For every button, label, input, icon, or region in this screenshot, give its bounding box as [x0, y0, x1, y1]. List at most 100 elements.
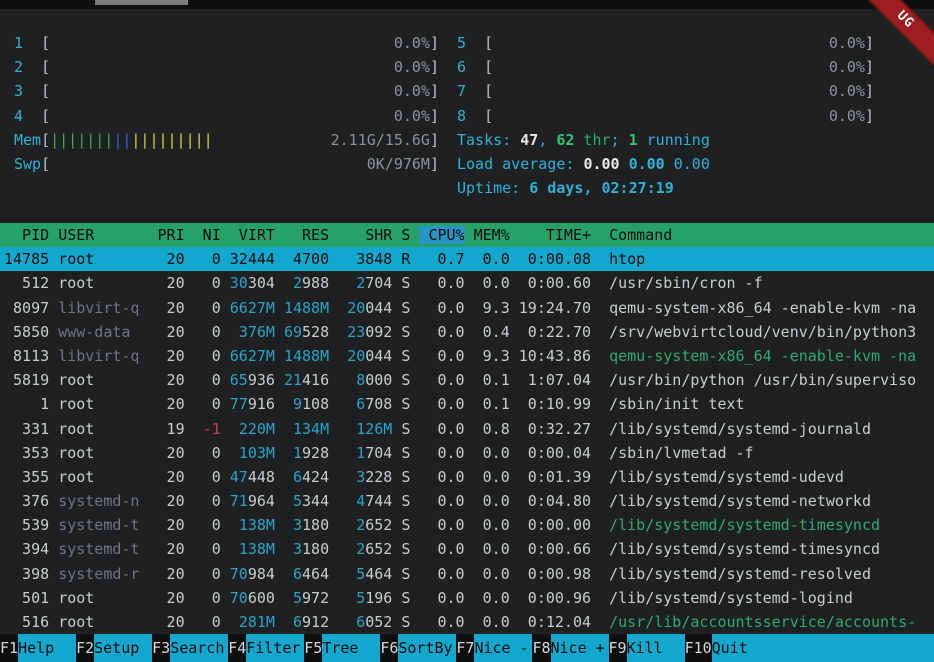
process-row-512[interactable]: 512 root 20 0 30304 2988 2704 S 0.0 0.0 … — [0, 271, 934, 295]
meter-open-bracket: [ — [41, 79, 50, 103]
cpu-meter-5: 5 [0.0%] — [457, 31, 874, 55]
fkey-button-kill[interactable]: Kill — [627, 634, 685, 662]
fkey-button-nice-[interactable]: Nice + — [551, 634, 609, 662]
meter-label: 5 — [457, 31, 484, 55]
meter-open-bracket: [ — [484, 31, 493, 55]
meter-open-bracket: [ — [41, 104, 50, 128]
fkey-button-sortby[interactable]: SortBy — [398, 634, 456, 662]
process-row-8097[interactable]: 8097 libvirt-q 20 0 6627M 1488M 20044 S … — [0, 296, 934, 320]
meter-open-bracket: [ — [41, 31, 50, 55]
meter-close-bracket: ] — [865, 104, 874, 128]
mem-cache-pipes: ||||||||| — [131, 131, 212, 149]
meter-close-bracket: ] — [430, 104, 439, 128]
process-table: PID USER PRI NI VIRT RES SHR S CPU% MEM%… — [0, 223, 934, 634]
col-ni[interactable]: NI — [185, 226, 221, 244]
meter-close-bracket: ] — [430, 128, 439, 152]
meter-fill — [50, 79, 394, 103]
meter-value: 0.0% — [394, 79, 430, 103]
col-user[interactable]: USER — [58, 226, 139, 244]
process-row-539[interactable]: 539 systemd-t 20 0 138M 3180 2652 S 0.0 … — [0, 513, 934, 537]
meter-label: 6 — [457, 55, 484, 79]
meter-close-bracket: ] — [430, 31, 439, 55]
col-command[interactable]: Command — [609, 226, 672, 244]
fkey-label-F7: F7 — [456, 634, 474, 662]
fkey-button-quit[interactable]: Quit — [712, 634, 934, 662]
fkey-button-tree[interactable]: Tree — [322, 634, 380, 662]
process-row-501[interactable]: 501 root 20 0 70600 5972 5196 S 0.0 0.0 … — [0, 586, 934, 610]
col-time[interactable]: TIME+ — [510, 226, 591, 244]
process-row-376[interactable]: 376 systemd-n 20 0 71964 5344 4744 S 0.0… — [0, 489, 934, 513]
meter-close-bracket: ] — [865, 55, 874, 79]
meter-fill — [493, 55, 829, 79]
meter-fill — [493, 104, 829, 128]
meter-label: Swp — [14, 152, 41, 176]
process-row-398[interactable]: 398 systemd-r 20 0 70984 6464 5464 S 0.0… — [0, 562, 934, 586]
col-cpu-sort[interactable]: CPU% — [419, 226, 464, 244]
process-row-5850[interactable]: 5850 www-data 20 0 376M 69528 23092 S 0.… — [0, 320, 934, 344]
fkey-button-nice-[interactable]: Nice - — [474, 634, 532, 662]
meter-close-bracket: ] — [865, 31, 874, 55]
tab-strip-thumb — [95, 0, 188, 5]
meter-label: 8 — [457, 104, 484, 128]
meter-fill — [50, 55, 394, 79]
col-mem[interactable]: MEM% — [465, 226, 510, 244]
process-row-14785[interactable]: 14785 root 20 0 32444 4700 3848 R 0.7 0.… — [0, 247, 934, 271]
meter-open-bracket: [ — [41, 152, 50, 176]
meter-fill — [493, 31, 829, 55]
meter-value: 0.0% — [829, 55, 865, 79]
process-row-353[interactable]: 353 root 20 0 103M 1928 1704 S 0.0 0.0 0… — [0, 441, 934, 465]
uptime: Uptime: 6 days, 02:27:19 — [457, 176, 874, 200]
fkey-button-filter[interactable]: Filter — [246, 634, 304, 662]
meter-value: 0.0% — [394, 31, 430, 55]
process-row-355[interactable]: 355 root 20 0 47448 6424 3228 S 0.0 0.0 … — [0, 465, 934, 489]
col-pri[interactable]: PRI — [139, 226, 184, 244]
process-row-516[interactable]: 516 root 20 0 281M 6912 6052 S 0.0 0.0 0… — [0, 610, 934, 634]
fkey-label-F4: F4 — [228, 634, 246, 662]
fkey-button-search[interactable]: Search — [170, 634, 228, 662]
meter-label: 7 — [457, 79, 484, 103]
meter-open-bracket: [ — [41, 55, 50, 79]
fkey-button-help[interactable]: Help — [18, 634, 76, 662]
process-row-331[interactable]: 331 root 19 -1 220M 134M 126M S 0.0 0.8 … — [0, 417, 934, 441]
meter-fill: |||||||||||||||||| — [50, 128, 331, 152]
fkey-label-F1: F1 — [0, 634, 18, 662]
cpu-meter-2: 2 [0.0%] — [14, 55, 439, 79]
fkey-label-F3: F3 — [152, 634, 170, 662]
htop-terminal: 1 [0.0%]2 [0.0%]3 [0.0%]4 [0.0%]Mem[||||… — [0, 0, 934, 662]
col-virt[interactable]: VIRT — [221, 226, 275, 244]
fkey-label-F2: F2 — [76, 634, 94, 662]
cpu-meter-4: 4 [0.0%] — [14, 104, 439, 128]
process-row-8113[interactable]: 8113 libvirt-q 20 0 6627M 1488M 20044 S … — [0, 344, 934, 368]
meter-fill — [493, 79, 829, 103]
col-res[interactable]: RES — [275, 226, 329, 244]
meter-fill — [50, 152, 367, 176]
col-shr[interactable]: SHR — [329, 226, 392, 244]
meter-label: 2 — [14, 55, 41, 79]
meter-close-bracket: ] — [430, 55, 439, 79]
cpu-meters-right-and-stats: 5 [0.0%]6 [0.0%]7 [0.0%]8 [0.0%]Tasks: 4… — [457, 31, 874, 200]
meter-label: 3 — [14, 79, 41, 103]
cpu-meter-6: 6 [0.0%] — [457, 55, 874, 79]
meter-open-bracket: [ — [484, 79, 493, 103]
fkey-button-setup[interactable]: Setup — [94, 634, 152, 662]
cpu-meter-7: 7 [0.0%] — [457, 79, 874, 103]
process-row-1[interactable]: 1 root 20 0 77916 9108 6708 S 0.0 0.1 0:… — [0, 392, 934, 416]
cpu-meter-8: 8 [0.0%] — [457, 104, 874, 128]
meter-value: 0K/976M — [367, 152, 430, 176]
fkey-label-F6: F6 — [380, 634, 398, 662]
meter-open-bracket: [ — [41, 128, 50, 152]
col-s[interactable]: S — [401, 226, 410, 244]
meter-close-bracket: ] — [865, 79, 874, 103]
cpu-mem-meters-left: 1 [0.0%]2 [0.0%]3 [0.0%]4 [0.0%]Mem[||||… — [14, 31, 439, 176]
fkey-label-F8: F8 — [532, 634, 550, 662]
meter-fill — [50, 31, 394, 55]
swp-meter: Swp[0K/976M] — [14, 152, 439, 176]
meter-value: 0.0% — [829, 104, 865, 128]
process-row-5819[interactable]: 5819 root 20 0 65936 21416 8000 S 0.0 0.… — [0, 368, 934, 392]
process-row-394[interactable]: 394 systemd-t 20 0 138M 3180 2652 S 0.0 … — [0, 537, 934, 561]
fkey-label-F9: F9 — [609, 634, 627, 662]
meter-open-bracket: [ — [484, 104, 493, 128]
col-pid[interactable]: PID — [4, 226, 49, 244]
mem-buffer-pipes: || — [113, 131, 131, 149]
meter-fill — [50, 104, 394, 128]
